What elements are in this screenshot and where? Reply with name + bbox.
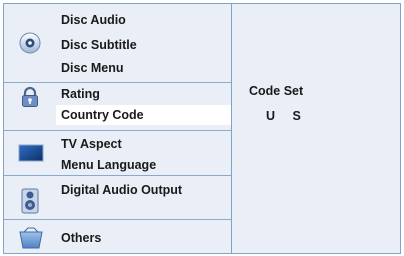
menu-item-tv-aspect[interactable]: TV Aspect <box>61 134 122 154</box>
settings-menu: Disc Audio Disc Subtitle Disc Menu Ratin… <box>4 4 232 253</box>
detail-pane: Code Set U S <box>232 4 400 253</box>
code-set-label: Code Set <box>249 84 304 98</box>
speaker-icon <box>21 188 39 214</box>
disc-icon <box>19 32 41 54</box>
settings-panel: Disc Audio Disc Subtitle Disc Menu Ratin… <box>3 3 401 254</box>
audio-group: Digital Audio Output <box>4 176 231 220</box>
disc-group: Disc Audio Disc Subtitle Disc Menu <box>4 4 231 83</box>
menu-item-disc-menu[interactable]: Disc Menu <box>61 58 124 78</box>
tv-group: TV Aspect Menu Language <box>4 131 231 176</box>
menu-item-menu-language[interactable]: Menu Language <box>61 155 156 175</box>
tv-screen-icon <box>18 144 44 162</box>
menu-item-rating[interactable]: Rating <box>61 84 100 104</box>
menu-item-others[interactable]: Others <box>61 228 101 248</box>
code-set-value[interactable]: U S <box>266 109 308 123</box>
rating-group: Rating Country Code <box>4 83 231 131</box>
menu-item-disc-audio[interactable]: Disc Audio <box>61 10 126 30</box>
menu-item-disc-subtitle[interactable]: Disc Subtitle <box>61 35 137 55</box>
menu-item-country-code[interactable]: Country Code <box>56 105 231 125</box>
box-icon <box>19 227 43 249</box>
menu-item-digital-audio-output[interactable]: Digital Audio Output <box>61 180 182 200</box>
lock-icon <box>22 86 38 107</box>
others-group: Others <box>4 220 231 255</box>
